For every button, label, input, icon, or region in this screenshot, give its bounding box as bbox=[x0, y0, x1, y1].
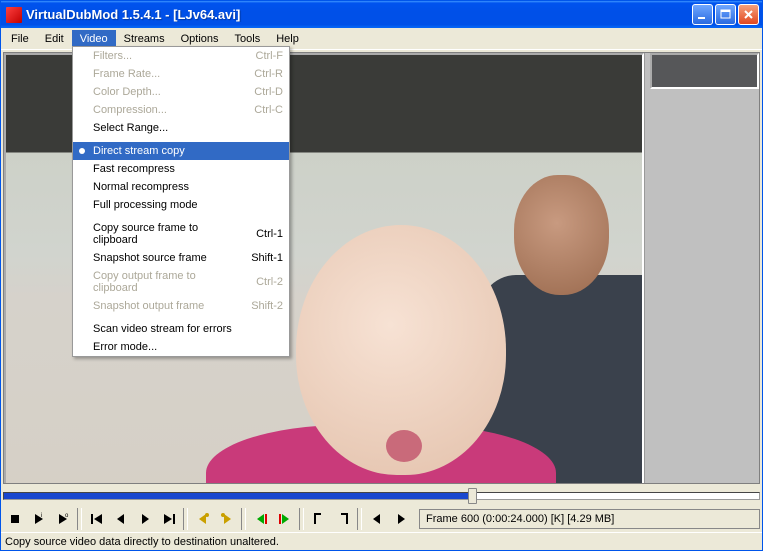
svg-text:i: i bbox=[41, 513, 42, 519]
toolbar-separator bbox=[183, 508, 188, 530]
menu-item-copy-source-frame-to-clipboard[interactable]: Copy source frame to clipboard Ctrl-1 bbox=[73, 219, 289, 249]
play-output-button[interactable]: o bbox=[51, 508, 74, 530]
menu-item-shortcut: Ctrl-D bbox=[254, 86, 283, 98]
menu-item-label: Frame Rate... bbox=[93, 68, 236, 80]
mark-in-button[interactable] bbox=[307, 508, 330, 530]
menu-item-direct-stream-copy[interactable]: Direct stream copy bbox=[73, 142, 289, 160]
menu-item-compression: Compression... Ctrl-C bbox=[73, 101, 289, 119]
prev-drop-icon bbox=[369, 511, 385, 527]
menu-item-scan-video-stream-for-errors[interactable]: Scan video stream for errors bbox=[73, 320, 289, 338]
next-frame-button[interactable] bbox=[133, 508, 156, 530]
app-icon bbox=[6, 7, 22, 23]
menu-item-snapshot-source-frame[interactable]: Snapshot source frame Shift-1 bbox=[73, 249, 289, 267]
menu-item-label: Direct stream copy bbox=[93, 145, 283, 157]
svg-text:o: o bbox=[65, 513, 69, 519]
menu-separator bbox=[74, 139, 288, 140]
menu-item-normal-recompress[interactable]: Normal recompress bbox=[73, 178, 289, 196]
mark-out-icon bbox=[335, 511, 351, 527]
menu-item-label: Full processing mode bbox=[93, 199, 283, 211]
next-scene-button[interactable] bbox=[273, 508, 296, 530]
toolbar-separator bbox=[357, 508, 362, 530]
close-button[interactable] bbox=[738, 4, 759, 25]
status-text: Copy source video data directly to desti… bbox=[5, 536, 279, 548]
seek-thumb[interactable] bbox=[468, 488, 477, 504]
menu-item-select-range[interactable]: Select Range... bbox=[73, 119, 289, 137]
menu-item-error-mode[interactable]: Error mode... bbox=[73, 338, 289, 356]
maximize-button[interactable] bbox=[715, 4, 736, 25]
stop-icon bbox=[7, 511, 23, 527]
menu-item-label: Normal recompress bbox=[93, 181, 283, 193]
menu-item-label: Compression... bbox=[93, 104, 236, 116]
prev-frame-button[interactable] bbox=[109, 508, 132, 530]
menu-item-label: Snapshot output frame bbox=[93, 300, 233, 312]
play-input-button[interactable]: i bbox=[27, 508, 50, 530]
window-title: VirtualDubMod 1.5.4.1 - [LJv64.avi] bbox=[26, 7, 692, 22]
next-drop-icon bbox=[393, 511, 409, 527]
menu-item-shortcut: Ctrl-F bbox=[256, 50, 284, 62]
menu-item-label: Copy output frame to clipboard bbox=[93, 270, 238, 294]
menu-item-label: Error mode... bbox=[93, 341, 283, 353]
frame-info: Frame 600 (0:00:24.000) [K] [4.29 MB] bbox=[419, 509, 760, 529]
menu-item-label: Color Depth... bbox=[93, 86, 236, 98]
menu-item-filters: Filters... Ctrl-F bbox=[73, 47, 289, 65]
menu-item-copy-output-frame-to-clipboard: Copy output frame to clipboard Ctrl-2 bbox=[73, 267, 289, 297]
prev-frame-icon bbox=[113, 511, 129, 527]
go-end-icon bbox=[161, 511, 177, 527]
prev-key-button[interactable] bbox=[191, 508, 214, 530]
toolbar-separator bbox=[77, 508, 82, 530]
go-start-button[interactable] bbox=[85, 508, 108, 530]
prev-drop-button[interactable] bbox=[365, 508, 388, 530]
menu-item-label: Fast recompress bbox=[93, 163, 283, 175]
toolbar-separator bbox=[299, 508, 304, 530]
next-key-icon bbox=[219, 511, 235, 527]
prev-key-icon bbox=[195, 511, 211, 527]
output-video-panel[interactable] bbox=[650, 53, 759, 89]
menu-item-shortcut: Shift-2 bbox=[251, 300, 283, 312]
menu-item-shortcut: Ctrl-R bbox=[254, 68, 283, 80]
next-scene-icon bbox=[277, 511, 293, 527]
menu-item-full-processing-mode[interactable]: Full processing mode bbox=[73, 196, 289, 214]
status-bar: Copy source video data directly to desti… bbox=[1, 532, 762, 550]
mark-in-icon bbox=[311, 511, 327, 527]
menu-item-snapshot-output-frame: Snapshot output frame Shift-2 bbox=[73, 297, 289, 315]
menu-item-shortcut: Ctrl-1 bbox=[256, 228, 283, 240]
next-frame-icon bbox=[137, 511, 153, 527]
menu-item-label: Filters... bbox=[93, 50, 238, 62]
title-bar: VirtualDubMod 1.5.4.1 - [LJv64.avi] bbox=[1, 1, 762, 28]
next-key-button[interactable] bbox=[215, 508, 238, 530]
stop-button[interactable] bbox=[3, 508, 26, 530]
menu-edit[interactable]: Edit bbox=[37, 30, 72, 48]
menu-item-label: Select Range... bbox=[93, 122, 283, 134]
seek-bar[interactable] bbox=[3, 488, 760, 504]
prev-scene-button[interactable] bbox=[249, 508, 272, 530]
menu-item-label: Copy source frame to clipboard bbox=[93, 222, 238, 246]
menu-separator bbox=[74, 216, 288, 217]
go-end-button[interactable] bbox=[157, 508, 180, 530]
go-start-icon bbox=[89, 511, 105, 527]
play-output-icon: o bbox=[55, 511, 71, 527]
mark-out-button[interactable] bbox=[331, 508, 354, 530]
play-input-icon: i bbox=[31, 511, 47, 527]
menu-separator bbox=[74, 317, 288, 318]
menu-item-fast-recompress[interactable]: Fast recompress bbox=[73, 160, 289, 178]
toolbar-separator bbox=[241, 508, 246, 530]
menu-item-color-depth: Color Depth... Ctrl-D bbox=[73, 83, 289, 101]
minimize-button[interactable] bbox=[692, 4, 713, 25]
next-drop-button[interactable] bbox=[389, 508, 412, 530]
prev-scene-icon bbox=[253, 511, 269, 527]
menu-file[interactable]: File bbox=[3, 30, 37, 48]
video-menu-dropdown: Filters... Ctrl-F Frame Rate... Ctrl-R Color… bbox=[72, 46, 290, 357]
seek-fill bbox=[4, 493, 473, 499]
menu-item-label: Snapshot source frame bbox=[93, 252, 233, 264]
menu-item-shortcut: Ctrl-C bbox=[254, 104, 283, 116]
menu-item-shortcut: Shift-1 bbox=[251, 252, 283, 264]
menu-item-frame-rate: Frame Rate... Ctrl-R bbox=[73, 65, 289, 83]
menu-item-label: Scan video stream for errors bbox=[93, 323, 283, 335]
bullet-icon bbox=[79, 148, 85, 154]
transport-toolbar: i o Frame 600 (0:00:24.000) [K] [4.29 MB] bbox=[1, 506, 762, 532]
menu-item-shortcut: Ctrl-2 bbox=[256, 276, 283, 288]
